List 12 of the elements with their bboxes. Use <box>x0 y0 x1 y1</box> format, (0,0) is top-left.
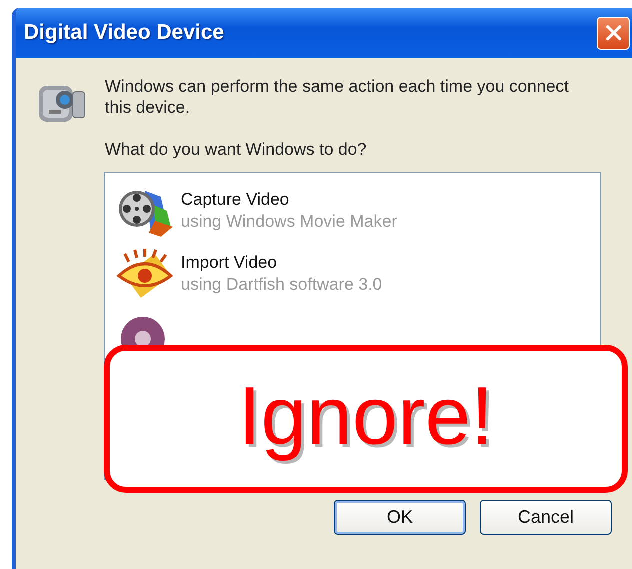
window-title: Digital Video Device <box>24 21 224 45</box>
action-title[interactable]: Capture Video <box>181 188 290 210</box>
ok-button[interactable]: OK <box>334 500 466 535</box>
close-button[interactable] <box>597 16 630 50</box>
action-subtitle: using Dartfish software 3.0 <box>181 274 382 296</box>
callout-text: Ignore! <box>238 376 494 462</box>
close-icon <box>604 23 624 43</box>
action-subtitle: using Windows Movie Maker <box>181 210 398 232</box>
cancel-button[interactable]: Cancel <box>480 500 612 535</box>
action-title[interactable]: Import Video <box>181 252 278 274</box>
message-text: Windows can perform the same action each time you connect this device. <box>105 76 570 118</box>
question-text: What do you want Windows to do? <box>105 140 368 160</box>
